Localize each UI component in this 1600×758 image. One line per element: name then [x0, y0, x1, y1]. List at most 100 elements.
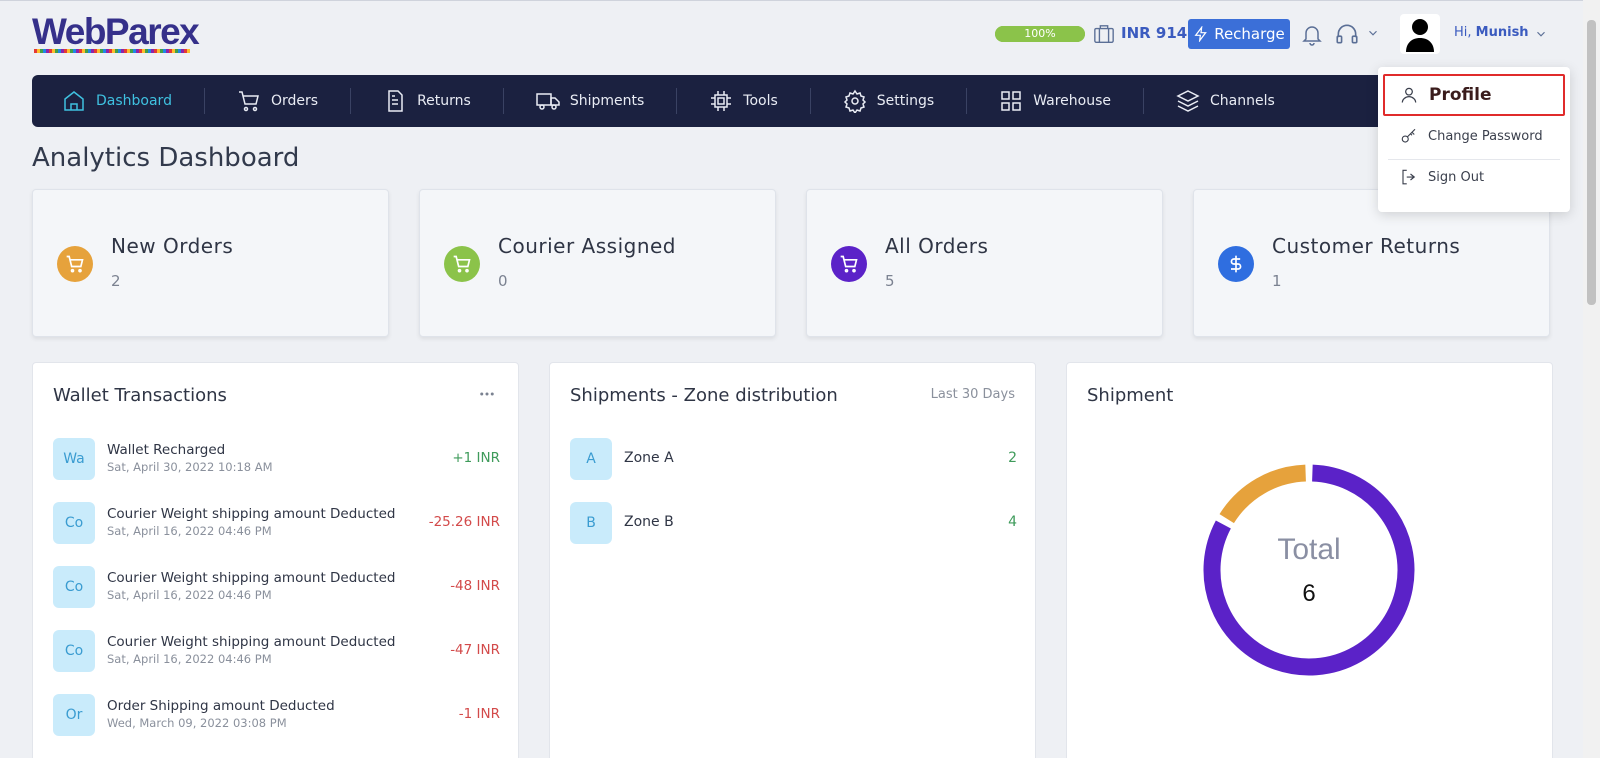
stat-title: New Orders — [111, 234, 234, 258]
transaction-badge: Or — [53, 694, 95, 736]
brand-name: WebParex — [32, 11, 200, 52]
stat-icon-badge — [444, 246, 480, 282]
zone-name: Zone B — [624, 514, 674, 530]
panel-title: Shipments - Zone distribution — [570, 385, 838, 406]
transaction-amount: -25.26 INR — [428, 514, 500, 530]
transaction-title: Courier Weight shipping amount Deducted — [107, 634, 396, 650]
zone-badge: A — [570, 438, 612, 480]
stat-value: 2 — [111, 272, 121, 290]
stat-card-all-orders[interactable]: All Orders 5 — [806, 189, 1163, 337]
wallet-transactions-panel: Wallet Transactions Wa Wallet Recharged … — [32, 362, 519, 758]
page-title: Analytics Dashboard — [32, 143, 300, 173]
menu-item-sign-out[interactable]: Sign Out — [1400, 168, 1484, 186]
menu-divider — [1388, 159, 1560, 160]
stat-title: All Orders — [885, 234, 989, 258]
transaction-row: Or Order Shipping amount Deducted Wed, M… — [53, 694, 500, 738]
more-options-icon[interactable] — [478, 385, 496, 403]
main-nav: Dashboard Orders Returns Shipments Tools… — [32, 75, 1558, 127]
truck-icon — [536, 93, 560, 110]
cart-icon — [66, 255, 84, 273]
home-icon — [64, 91, 84, 111]
nav-item-returns[interactable]: Returns — [351, 88, 504, 114]
document-icon — [388, 90, 403, 112]
menu-item-label: Sign Out — [1428, 169, 1485, 185]
panel-title: Shipment — [1087, 385, 1174, 406]
zone-count: 4 — [1008, 514, 1017, 530]
logout-icon — [1402, 169, 1416, 185]
donut-center-total: 6 — [1302, 580, 1315, 607]
transaction-amount: +1 INR — [452, 450, 500, 466]
nav-label: Warehouse — [1033, 93, 1112, 109]
layers-icon — [1176, 90, 1200, 112]
donut-slices — [1203, 464, 1415, 676]
stat-icon-badge — [57, 246, 93, 282]
brand-logo[interactable]: WebParex — [32, 11, 200, 53]
transaction-amount: -1 INR — [458, 706, 500, 722]
logo-stripes — [34, 49, 190, 53]
stat-card-new-orders[interactable]: New Orders 2 — [32, 189, 389, 337]
nav-label: Dashboard — [96, 93, 172, 109]
donut-center-label: Total — [1277, 533, 1340, 566]
transaction-row: Co Courier Weight shipping amount Deduct… — [53, 630, 500, 674]
shipment-donut-chart: Total 6 — [1203, 464, 1415, 676]
nav-item-orders[interactable]: Orders — [205, 88, 352, 114]
nav-item-channels[interactable]: Channels — [1144, 88, 1307, 114]
nav-item-dashboard[interactable]: Dashboard — [62, 88, 205, 114]
dollar-icon — [1230, 255, 1242, 273]
wallet-icon — [1094, 25, 1114, 43]
zone-count: 2 — [1008, 450, 1017, 466]
transaction-title: Order Shipping amount Deducted — [107, 698, 335, 714]
transaction-date: Sat, April 16, 2022 04:46 PM — [107, 652, 272, 666]
recharge-label: Recharge — [1214, 25, 1285, 43]
menu-item-label: Change Password — [1428, 128, 1543, 144]
recharge-button[interactable]: Recharge — [1188, 19, 1290, 49]
user-dropdown-menu: Profile Change Password Sign Out — [1378, 67, 1570, 212]
stat-value: 1 — [1272, 272, 1282, 290]
transaction-date: Sat, April 16, 2022 04:46 PM — [107, 524, 272, 538]
zone-row: B Zone B 4 — [570, 502, 1017, 544]
bell-icon[interactable] — [1300, 21, 1324, 47]
lightning-icon — [1194, 26, 1208, 42]
top-header: WebParex 100% INR 914 Recharge Hi, Munis… — [0, 0, 1600, 66]
transaction-amount: -47 INR — [450, 642, 500, 658]
nav-item-settings[interactable]: Settings — [811, 88, 968, 114]
menu-item-label: Profile — [1429, 85, 1492, 105]
transaction-date: Wed, March 09, 2022 03:08 PM — [107, 716, 287, 730]
user-avatar-icon — [1406, 19, 1434, 52]
transaction-date: Sat, April 16, 2022 04:46 PM — [107, 588, 272, 602]
chevron-down-icon[interactable] — [1534, 27, 1548, 41]
menu-item-profile[interactable]: Profile — [1383, 74, 1565, 116]
nav-item-tools[interactable]: Tools — [677, 88, 811, 114]
transaction-date: Sat, April 30, 2022 10:18 AM — [107, 460, 273, 474]
grid-icon — [1001, 91, 1021, 111]
menu-item-change-password[interactable]: Change Password — [1400, 127, 1543, 145]
donut-slice[interactable] — [1219, 464, 1307, 524]
avatar[interactable] — [1400, 14, 1440, 54]
transaction-row: Co Courier Weight shipping amount Deduct… — [53, 566, 500, 610]
chevron-down-icon[interactable] — [1366, 26, 1380, 40]
wallet-balance: INR 914 — [1121, 24, 1188, 42]
nav-label: Tools — [743, 93, 778, 109]
transaction-badge: Co — [53, 502, 95, 544]
user-icon — [1401, 87, 1417, 103]
transaction-badge: Wa — [53, 438, 95, 480]
nav-label: Returns — [417, 93, 471, 109]
nav-item-warehouse[interactable]: Warehouse — [967, 88, 1145, 114]
nav-item-shipments[interactable]: Shipments — [504, 88, 678, 114]
user-greeting[interactable]: Hi, Munish — [1454, 25, 1529, 40]
scrollbar-thumb[interactable] — [1587, 20, 1596, 305]
stat-value: 0 — [498, 272, 508, 290]
page-scrollbar[interactable] — [1583, 0, 1600, 758]
cart-icon — [453, 255, 471, 273]
transaction-row: Co Courier Weight shipping amount Deduct… — [53, 502, 500, 546]
stat-card-courier-assigned[interactable]: Courier Assigned 0 — [419, 189, 776, 337]
gear-icon — [843, 89, 866, 113]
zone-row: A Zone A 2 — [570, 438, 1017, 480]
key-icon — [1401, 128, 1416, 143]
progress-label: 100% — [1024, 27, 1056, 40]
transaction-title: Wallet Recharged — [107, 442, 226, 458]
nav-label: Settings — [876, 93, 935, 109]
headset-icon[interactable] — [1334, 21, 1360, 47]
cart-icon — [238, 91, 259, 112]
shipment-panel: Shipment Total 6 — [1066, 362, 1553, 758]
